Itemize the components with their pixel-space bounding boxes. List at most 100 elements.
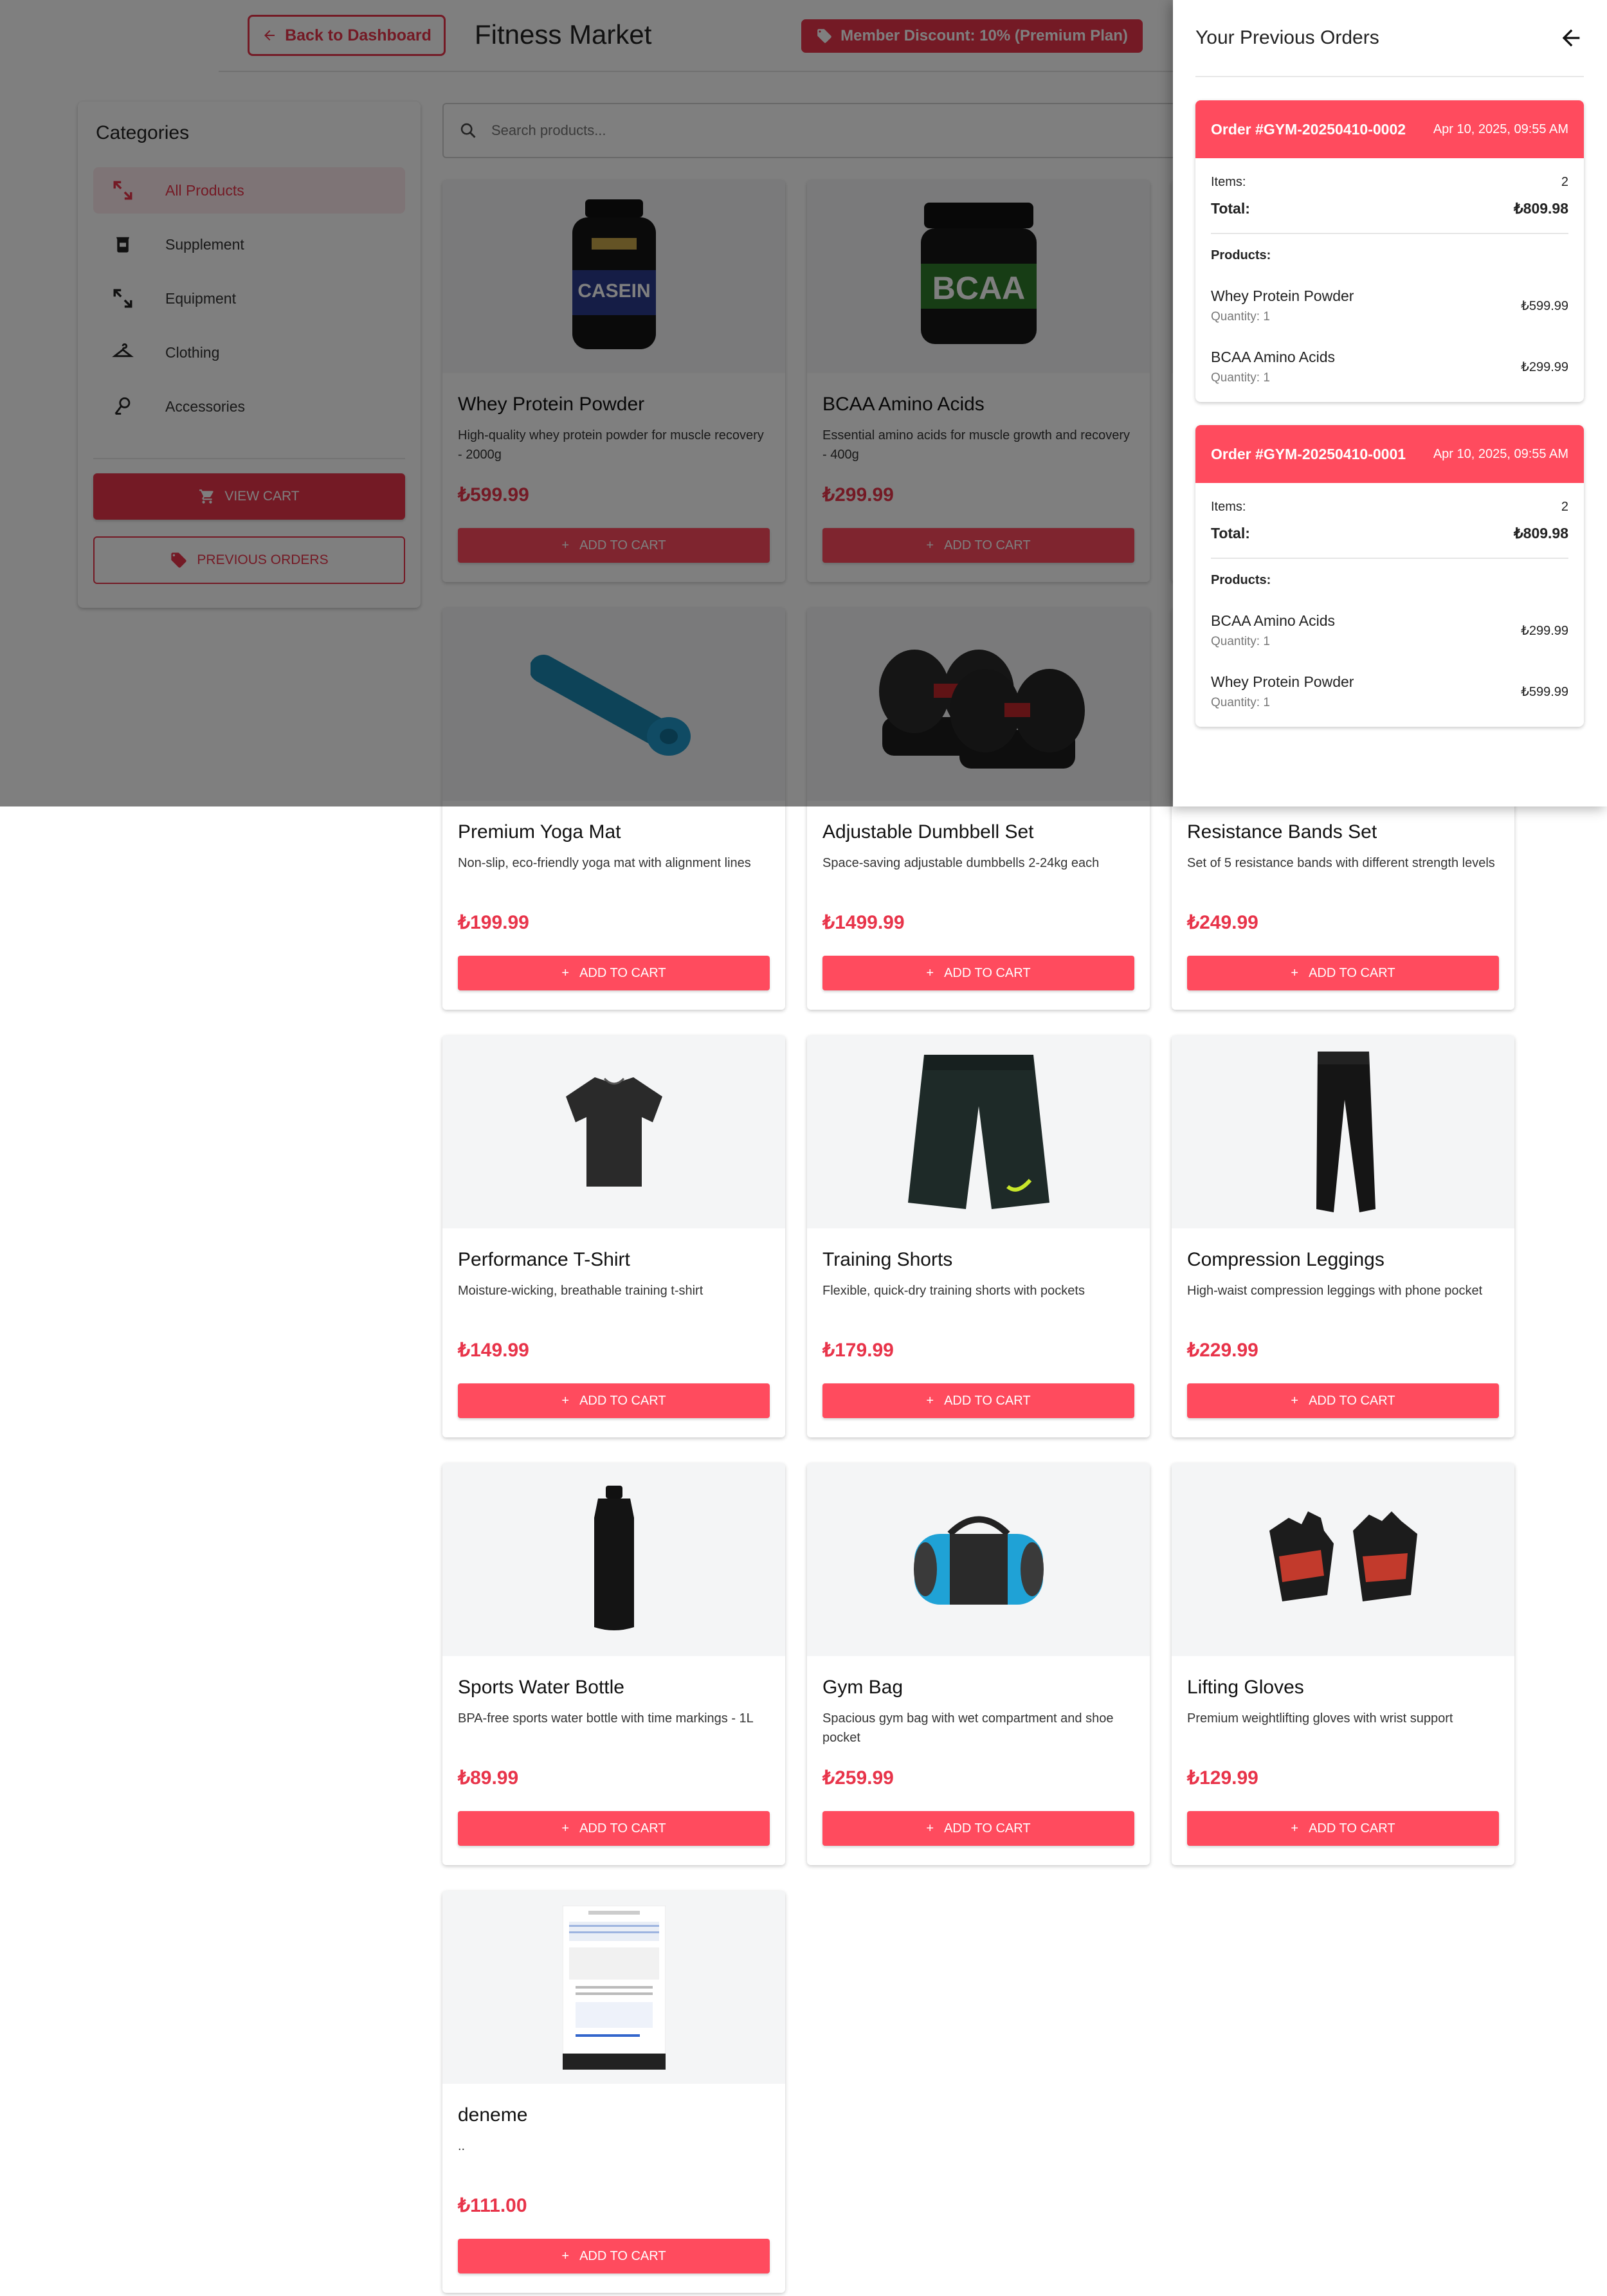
add-to-cart-button[interactable]: + ADD TO CART — [1187, 1811, 1499, 1846]
order-card: Order #GYM-20250410-0001 Apr 10, 2025, 0… — [1195, 425, 1584, 727]
add-to-cart-label: ADD TO CART — [944, 965, 1031, 980]
add-to-cart-label: ADD TO CART — [944, 1821, 1031, 1836]
product-name: Premium Yoga Mat — [458, 821, 621, 843]
product-price: ₺129.99 — [1187, 1767, 1258, 1789]
add-to-cart-label: ADD TO CART — [579, 965, 666, 980]
gloves-icon — [1269, 1511, 1417, 1601]
order-product-item: Whey Protein Powder Quantity: 1 ₺599.99 — [1211, 673, 1568, 710]
add-to-cart-label: ADD TO CART — [579, 1393, 666, 1408]
product-description: Flexible, quick-dry training shorts with… — [822, 1284, 1085, 1298]
order-product-price: ₺599.99 — [1521, 685, 1568, 699]
plus-icon: + — [561, 1821, 570, 1836]
product-price: ₺111.00 — [458, 2195, 527, 2216]
product-image — [1172, 1463, 1514, 1656]
add-to-cart-label: ADD TO CART — [579, 1821, 666, 1836]
product-price: ₺1499.99 — [822, 912, 905, 933]
order-product-item: Whey Protein Powder Quantity: 1 ₺599.99 — [1211, 287, 1568, 324]
order-product-name: Whey Protein Powder — [1211, 673, 1354, 690]
product-name: Gym Bag — [822, 1677, 903, 1698]
product-description: High-waist compression leggings with pho… — [1187, 1284, 1483, 1298]
order-product-name: BCAA Amino Acids — [1211, 349, 1336, 365]
order-items-row: Items: 2 — [1211, 500, 1568, 515]
product-price: ₺89.99 — [458, 1767, 519, 1789]
page-screenshot-thumbnail — [562, 1905, 666, 2070]
order-id: Order #GYM-20250410-0002 — [1211, 120, 1406, 138]
product-price: ₺249.99 — [1187, 912, 1258, 933]
plus-icon: + — [926, 965, 934, 980]
order-id: Order #GYM-20250410-0001 — [1211, 445, 1406, 462]
order-product-name: BCAA Amino Acids — [1211, 612, 1336, 629]
order-divider — [1211, 558, 1568, 559]
product-name: Sports Water Bottle — [458, 1677, 624, 1698]
add-to-cart-button[interactable]: + ADD TO CART — [458, 1811, 770, 1846]
product-image — [807, 1463, 1150, 1656]
add-to-cart-button[interactable]: + ADD TO CART — [458, 956, 770, 990]
gym-bag-icon — [913, 1516, 1044, 1605]
total-label: Total: — [1211, 200, 1250, 217]
product-name: Training Shorts — [822, 1249, 953, 1270]
items-label: Items: — [1211, 175, 1246, 189]
product-description: Moisture-wicking, breathable training t-… — [458, 1284, 704, 1298]
plus-icon: + — [1291, 1821, 1299, 1836]
order-total-row: Total: ₺809.98 — [1211, 525, 1568, 542]
product-description: Non-slip, eco-friendly yoga mat with ali… — [458, 856, 751, 870]
add-to-cart-label: ADD TO CART — [579, 2248, 666, 2263]
product-description: Set of 5 resistance bands with different… — [1187, 856, 1495, 870]
order-header: Order #GYM-20250410-0001 Apr 10, 2025, 0… — [1195, 425, 1584, 483]
product-card: Training Shorts Flexible, quick-dry trai… — [807, 1035, 1150, 1437]
product-card: Compression Leggings High-waist compress… — [1172, 1035, 1514, 1437]
order-product-name: Whey Protein Powder — [1211, 287, 1354, 304]
shorts-icon — [907, 1055, 1049, 1209]
add-to-cart-label: ADD TO CART — [944, 1393, 1031, 1408]
order-header: Order #GYM-20250410-0002 Apr 10, 2025, 0… — [1195, 100, 1584, 158]
product-card: Performance T-Shirt Moisture-wicking, br… — [442, 1035, 785, 1437]
order-total: ₺809.98 — [1514, 525, 1568, 542]
products-label: Products: — [1211, 248, 1271, 262]
order-date: Apr 10, 2025, 09:55 AM — [1433, 122, 1568, 136]
product-image — [807, 1035, 1150, 1228]
products-label: Products: — [1211, 573, 1271, 587]
items-count: 2 — [1561, 175, 1568, 189]
product-card: Lifting Gloves Premium weightlifting glo… — [1172, 1463, 1514, 1865]
product-description: Spacious gym bag with wet compartment an… — [822, 1711, 1114, 1745]
product-name: Compression Leggings — [1187, 1249, 1385, 1270]
add-to-cart-button[interactable]: + ADD TO CART — [1187, 1383, 1499, 1418]
product-description: Premium weightlifting gloves with wrist … — [1187, 1711, 1453, 1726]
product-image — [442, 1463, 785, 1656]
add-to-cart-button[interactable]: + ADD TO CART — [458, 2239, 770, 2273]
add-to-cart-button[interactable]: + ADD TO CART — [458, 1383, 770, 1418]
order-product-item: BCAA Amino Acids Quantity: 1 ₺299.99 — [1211, 349, 1568, 385]
order-card: Order #GYM-20250410-0002 Apr 10, 2025, 0… — [1195, 100, 1584, 402]
plus-icon: + — [561, 2248, 570, 2263]
arrow-back-icon[interactable] — [1558, 25, 1584, 51]
product-name: Resistance Bands Set — [1187, 821, 1377, 843]
add-to-cart-label: ADD TO CART — [1309, 1393, 1395, 1408]
product-name: deneme — [458, 2104, 528, 2126]
order-product-quantity: Quantity: 1 — [1211, 696, 1270, 709]
order-product-price: ₺299.99 — [1521, 624, 1568, 638]
plus-icon: + — [1291, 1393, 1299, 1408]
order-date: Apr 10, 2025, 09:55 AM — [1433, 446, 1568, 461]
plus-icon: + — [926, 1393, 934, 1408]
add-to-cart-button[interactable]: + ADD TO CART — [822, 1811, 1134, 1846]
order-total-row: Total: ₺809.98 — [1211, 200, 1568, 217]
add-to-cart-button[interactable]: + ADD TO CART — [822, 956, 1134, 990]
product-price: ₺199.99 — [458, 912, 529, 933]
plus-icon: + — [561, 965, 570, 980]
drawer-header: Your Previous Orders — [1195, 0, 1584, 77]
leggings-icon — [1316, 1052, 1375, 1212]
product-price: ₺229.99 — [1187, 1340, 1258, 1361]
order-product-price: ₺299.99 — [1521, 360, 1568, 374]
product-card: Gym Bag Spacious gym bag with wet compar… — [807, 1463, 1150, 1865]
product-description: BPA-free sports water bottle with time m… — [458, 1711, 754, 1726]
order-divider — [1211, 233, 1568, 234]
drawer-title: Your Previous Orders — [1195, 27, 1379, 48]
add-to-cart-button[interactable]: + ADD TO CART — [822, 1383, 1134, 1418]
product-price: ₺179.99 — [822, 1340, 894, 1361]
product-image — [442, 1891, 785, 2084]
add-to-cart-label: ADD TO CART — [1309, 965, 1395, 980]
add-to-cart-button[interactable]: + ADD TO CART — [1187, 956, 1499, 990]
product-price: ₺259.99 — [822, 1767, 894, 1789]
plus-icon: + — [1291, 965, 1299, 980]
product-description: .. — [458, 2139, 466, 2153]
